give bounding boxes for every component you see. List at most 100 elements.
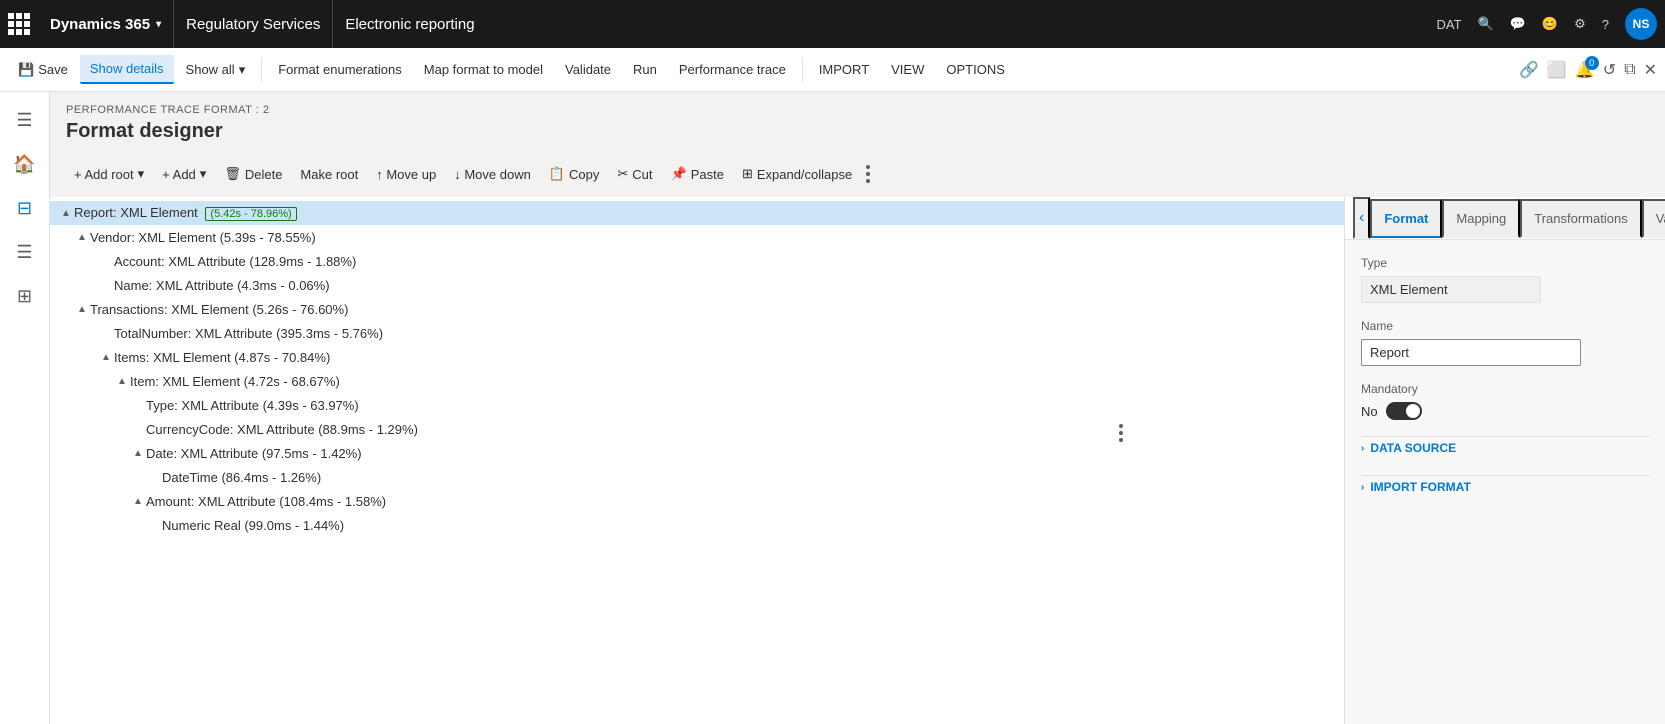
environment-label: DAT: [1437, 17, 1462, 32]
tree-panel: ▲ Report: XML Element (5.42s - 78.96%) ▲…: [50, 197, 1345, 724]
cut-button[interactable]: ✂ Cut: [609, 161, 660, 187]
mandatory-no-label: No: [1361, 404, 1378, 419]
name-input[interactable]: [1361, 339, 1581, 366]
app-grid-icon[interactable]: [8, 13, 30, 35]
right-panel-content: Type XML Element Name Mandatory No: [1345, 240, 1665, 514]
expand-icon: ⊞: [742, 166, 753, 182]
tab-left-chevron[interactable]: ‹: [1353, 197, 1370, 239]
name-label: Name: [1361, 319, 1649, 333]
ribbon-restore-icon[interactable]: ⧉: [1624, 61, 1635, 79]
tab-mapping[interactable]: Mapping: [1442, 199, 1520, 238]
tree-item[interactable]: ▲ Report: XML Element (5.42s - 78.96%): [50, 201, 1344, 225]
add-root-button[interactable]: + Add root ▾: [66, 161, 152, 187]
show-all-chevron-icon: ▾: [239, 62, 246, 78]
expand-icon-10: ▲: [130, 445, 146, 461]
avatar[interactable]: NS: [1625, 8, 1657, 40]
tree-item[interactable]: ▲ Vendor: XML Element (5.39s - 78.55%): [50, 225, 1344, 249]
format-enumerations-button[interactable]: Format enumerations: [268, 56, 412, 83]
expand-icon-0: ▲: [58, 205, 74, 221]
import-format-section[interactable]: › IMPORT FORMAT: [1361, 475, 1649, 498]
ribbon: 💾 Save Show details Show all ▾ Format en…: [0, 48, 1665, 92]
show-details-button[interactable]: Show details: [80, 55, 174, 84]
paste-icon: 📌: [671, 166, 687, 182]
tree-item[interactable]: DateTime (86.4ms - 1.26%): [50, 465, 1344, 489]
user-icon[interactable]: 😊: [1542, 16, 1558, 32]
import-format-chevron-icon: ›: [1361, 482, 1364, 493]
tree-item[interactable]: Type: XML Attribute (4.39s - 63.97%): [50, 393, 1344, 417]
paste-button[interactable]: 📌 Paste: [663, 161, 732, 187]
expand-icon-3: [98, 277, 114, 293]
tree-item[interactable]: ▲ Item: XML Element (4.72s - 68.67%): [50, 369, 1344, 393]
dynamics-chevron: ▾: [156, 19, 161, 30]
ribbon-refresh-icon[interactable]: ↺: [1603, 60, 1616, 80]
left-nav-list[interactable]: ☰: [5, 232, 45, 272]
top-nav-right: DAT 🔍 💬 😊 ⚙ ? NS: [1437, 8, 1658, 40]
tab-validations[interactable]: Validations: [1642, 199, 1665, 238]
ribbon-close-icon[interactable]: ✕: [1644, 60, 1657, 80]
map-format-to-model-button[interactable]: Map format to model: [414, 56, 553, 83]
make-root-button[interactable]: Make root: [292, 162, 366, 187]
cut-icon: ✂: [617, 166, 628, 182]
settings-icon[interactable]: ⚙: [1574, 16, 1586, 32]
copy-button[interactable]: 📋 Copy: [541, 161, 608, 187]
move-up-button[interactable]: ↑ Move up: [368, 162, 444, 187]
type-value: XML Element: [1361, 276, 1541, 303]
tree-item[interactable]: ▲ Amount: XML Attribute (108.4ms - 1.58%…: [50, 489, 1344, 513]
options-button[interactable]: OPTIONS: [936, 56, 1015, 83]
more-options-button[interactable]: [862, 157, 874, 191]
expand-collapse-button[interactable]: ⊞ Expand/collapse: [734, 161, 860, 187]
module-title: Electronic reporting: [333, 16, 486, 33]
tree-item[interactable]: Numeric Real (99.0ms - 1.44%): [50, 513, 1344, 537]
expand-icon-9: [130, 421, 146, 437]
regulatory-services-title[interactable]: Regulatory Services: [174, 0, 333, 48]
view-button[interactable]: VIEW: [881, 56, 934, 83]
delete-button[interactable]: 🗑 Delete: [216, 161, 290, 187]
tree-item[interactable]: TotalNumber: XML Attribute (395.3ms - 5.…: [50, 321, 1344, 345]
ribbon-separator-2: [802, 58, 803, 82]
save-button[interactable]: 💾 Save: [8, 56, 78, 84]
run-button[interactable]: Run: [623, 56, 667, 83]
data-source-section[interactable]: › DATA SOURCE: [1361, 436, 1649, 459]
expand-icon-6: ▲: [98, 349, 114, 365]
ribbon-office-icon[interactable]: ⬜: [1547, 60, 1567, 80]
delete-icon: 🗑: [224, 166, 241, 182]
expand-icon-11: [146, 469, 162, 485]
ribbon-link-icon[interactable]: 🔗: [1519, 60, 1539, 80]
tree-panel-more-icon[interactable]: [1115, 420, 1127, 446]
show-all-button[interactable]: Show all ▾: [176, 56, 256, 84]
tree-item[interactable]: CurrencyCode: XML Attribute (88.9ms - 1.…: [50, 417, 1344, 441]
chat-icon[interactable]: 💬: [1510, 16, 1526, 32]
mandatory-toggle[interactable]: [1386, 402, 1422, 420]
expand-icon-8: [130, 397, 146, 413]
move-down-button[interactable]: ↓ Move down: [446, 162, 539, 187]
tree-item[interactable]: Account: XML Attribute (128.9ms - 1.88%): [50, 249, 1344, 273]
expand-icon-1: ▲: [74, 229, 90, 245]
tree-item[interactable]: ▲ Date: XML Attribute (97.5ms - 1.42%): [50, 441, 1344, 465]
help-icon[interactable]: ?: [1602, 17, 1609, 32]
left-nav-filter[interactable]: ⊟: [5, 188, 45, 228]
mandatory-row: No: [1361, 402, 1649, 420]
ribbon-separator-1: [261, 58, 262, 82]
tab-format[interactable]: Format: [1370, 199, 1442, 238]
app-shell: ☰ 🏠 ⊟ ☰ ⊞ PERFORMANCE TRACE FORMAT : 2 F…: [0, 92, 1665, 724]
performance-trace-button[interactable]: Performance trace: [669, 56, 796, 83]
dynamics-title[interactable]: Dynamics 365 ▾: [38, 0, 174, 48]
add-button[interactable]: + Add ▾: [154, 161, 214, 187]
tab-transformations[interactable]: Transformations: [1520, 199, 1641, 238]
top-navigation: Dynamics 365 ▾ Regulatory Services Elect…: [0, 0, 1665, 48]
tree-item[interactable]: ▲ Transactions: XML Element (5.26s - 76.…: [50, 297, 1344, 321]
left-navigation: ☰ 🏠 ⊟ ☰ ⊞: [0, 92, 50, 724]
import-button[interactable]: IMPORT: [809, 56, 879, 83]
ribbon-notification-badge[interactable]: 🔔 0: [1575, 60, 1595, 80]
validate-button[interactable]: Validate: [555, 56, 621, 83]
tree-item[interactable]: ▲ Items: XML Element (4.87s - 70.84%): [50, 345, 1344, 369]
left-nav-home[interactable]: 🏠: [5, 144, 45, 184]
search-icon[interactable]: 🔍: [1478, 16, 1494, 32]
left-nav-hamburger[interactable]: ☰: [5, 100, 45, 140]
left-nav-recent[interactable]: ⊞: [5, 276, 45, 316]
type-field-group: Type XML Element: [1361, 256, 1649, 303]
tree-item[interactable]: Name: XML Attribute (4.3ms - 0.06%): [50, 273, 1344, 297]
copy-icon: 📋: [549, 166, 565, 182]
breadcrumb: PERFORMANCE TRACE FORMAT : 2: [66, 104, 1649, 116]
name-field-group: Name: [1361, 319, 1649, 366]
